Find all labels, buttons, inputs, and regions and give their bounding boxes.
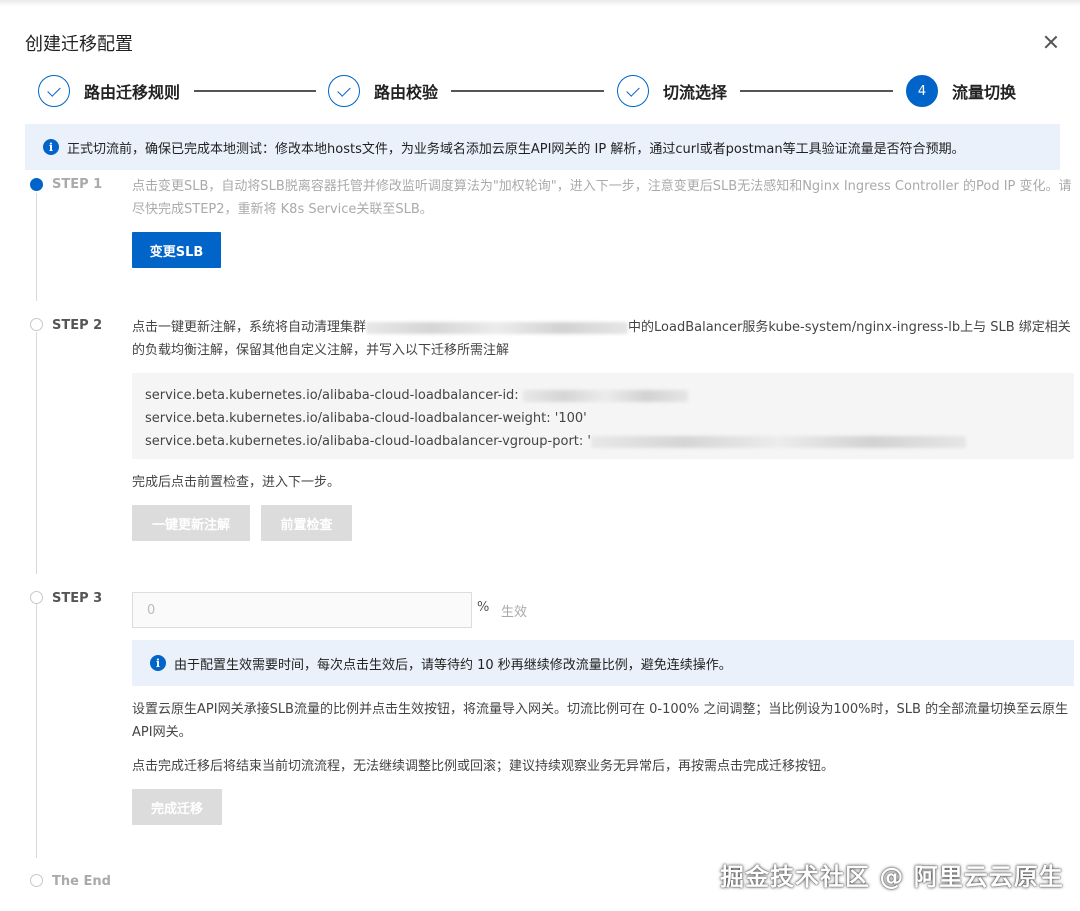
step-traffic-select[interactable]: 切流选择: [617, 74, 727, 108]
redacted-slb-id: [522, 389, 688, 402]
dialog-title: 创建迁移配置: [25, 34, 133, 55]
step3-info-notice: i 由于配置生效需要时间，每次点击生效后，请等待约 10 秒再继续修改流量比例，…: [132, 640, 1074, 686]
timeline-dot-step3: [30, 591, 43, 604]
timeline-line: [36, 604, 37, 858]
annotations-code-block: service.beta.kubernetes.io/alibaba-cloud…: [132, 373, 1074, 459]
step3-description-1: 设置云原生API网关承接SLB流量的比例并点击生效按钮，将流量导入网关。切流比例…: [132, 702, 1069, 740]
step-label: 流量切换: [952, 83, 1017, 102]
check-icon: [328, 75, 360, 107]
end-label: The End: [52, 874, 111, 889]
step2-label: STEP 2: [52, 318, 103, 333]
annotation-vgroup-key: service.beta.kubernetes.io/alibaba-cloud…: [145, 434, 591, 449]
info-icon: i: [150, 655, 166, 671]
finish-migration-button[interactable]: 完成迁移: [132, 789, 222, 825]
step-route-check[interactable]: 路由校验: [328, 74, 438, 108]
redacted-cluster-id: [366, 321, 629, 334]
step3-label: STEP 3: [52, 591, 103, 606]
step-connector: [740, 90, 893, 92]
precheck-button[interactable]: 前置检查: [261, 505, 352, 541]
watermark: 掘金技术社区 @ 阿里云云原生: [720, 863, 1064, 891]
step3-notice-text: 由于配置生效需要时间，每次点击生效后，请等待约 10 秒再继续修改流量比例，避免…: [174, 657, 732, 673]
timeline-dot-step2: [30, 318, 43, 331]
redacted-vgroup-value: [590, 435, 966, 448]
timeline-dot-end: [30, 874, 43, 887]
notice-text: 正式切流前，确保已完成本地测试：修改本地hosts文件，为业务域名添加云原生AP…: [67, 141, 965, 157]
step1-description: 点击变更SLB，自动将SLB脱离容器托管并修改监听调度算法为"加权轮询"，进入下…: [132, 179, 1072, 217]
step3-description-2: 点击完成迁移后将结束当前切流流程，无法继续调整比例或回滚；建议持续观察业务无异常…: [132, 759, 835, 774]
stepper: 路由迁移规则 路由校验 切流选择 4 流量切换: [38, 74, 1038, 108]
timeline-line: [36, 332, 37, 574]
annotation-vgroup-line: service.beta.kubernetes.io/alibaba-cloud…: [145, 430, 1061, 453]
step-label: 路由校验: [374, 83, 439, 102]
timeline-line: [36, 193, 37, 301]
info-icon: i: [43, 139, 59, 155]
step-connector: [451, 90, 604, 92]
step-label: 切流选择: [663, 83, 728, 102]
check-icon: [38, 75, 70, 107]
close-icon[interactable]: [1041, 32, 1061, 52]
annotation-id-line: service.beta.kubernetes.io/alibaba-cloud…: [145, 384, 1061, 407]
apply-link[interactable]: 生效: [501, 601, 527, 620]
step1-label: STEP 1: [52, 177, 103, 192]
annotation-weight-line: service.beta.kubernetes.io/alibaba-cloud…: [145, 411, 587, 426]
step-traffic-switch[interactable]: 4 流量切换: [906, 74, 1016, 108]
traffic-percent-input[interactable]: 0: [132, 592, 472, 628]
step-route-rules[interactable]: 路由迁移规则: [38, 74, 180, 108]
update-annotations-button[interactable]: 一键更新注解: [132, 505, 250, 541]
top-shadow: [0, 0, 1080, 6]
percent-sign: %: [477, 600, 490, 615]
timeline-dot-step1: [30, 178, 43, 191]
change-slb-button[interactable]: 变更SLB: [132, 232, 221, 268]
step-label: 路由迁移规则: [84, 83, 181, 102]
step2-desc-before: 点击一键更新注解，系统将自动清理集群: [132, 320, 367, 335]
step2-after-text: 完成后点击前置检查，进入下一步。: [132, 475, 341, 490]
step-connector: [194, 90, 316, 92]
check-icon: [617, 75, 649, 107]
step2-description: 点击一键更新注解，系统将自动清理集群 中的LoadBalancer服务kube-s…: [132, 316, 1077, 362]
info-notice: i 正式切流前，确保已完成本地测试：修改本地hosts文件，为业务域名添加云原生…: [25, 124, 1060, 170]
step-number-badge: 4: [906, 75, 938, 107]
annotation-id-key: service.beta.kubernetes.io/alibaba-cloud…: [145, 388, 519, 403]
